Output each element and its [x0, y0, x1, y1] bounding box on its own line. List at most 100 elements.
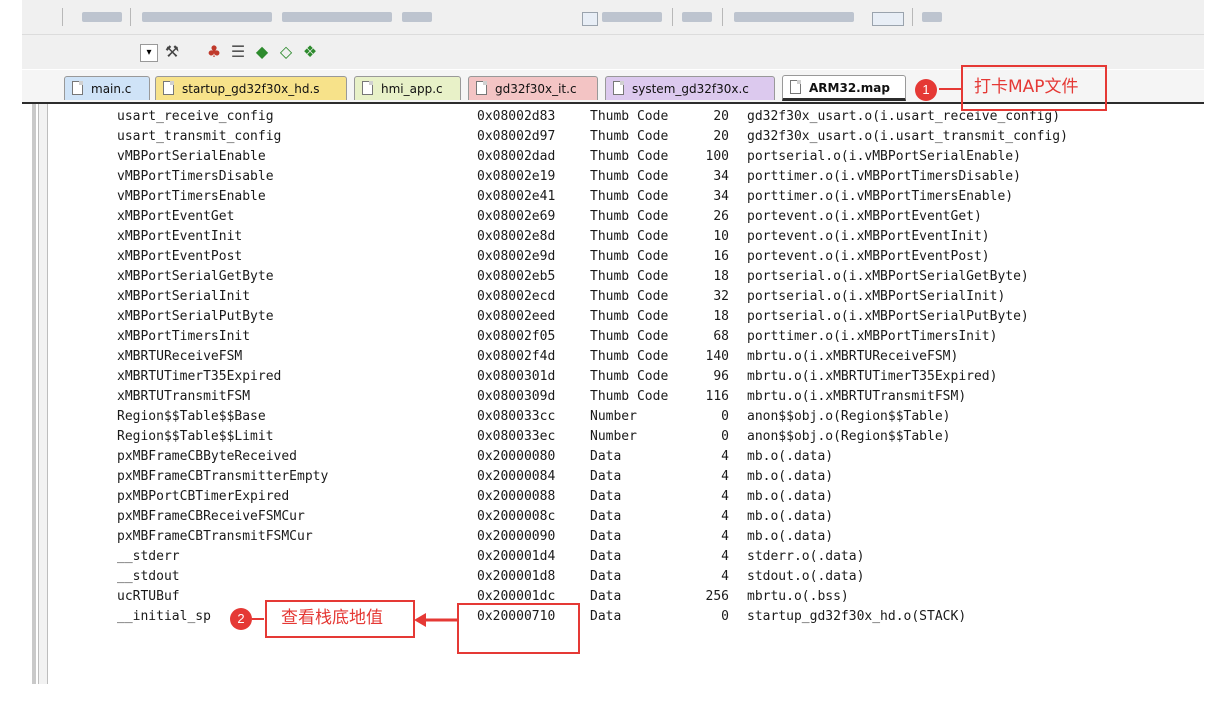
annotation-badge-2: 2 [230, 608, 252, 630]
toolbar-button-group[interactable] [282, 12, 392, 22]
tab-system-gd32f30x[interactable]: system_gd32f30x.c [605, 76, 775, 100]
symbol-size: 0 [721, 609, 729, 624]
symbol-row: xMBRTUReceiveFSM 0x08002f4d Thumb Code 140 m… [22, 347, 1204, 367]
toolbar-button-group[interactable] [402, 12, 432, 22]
symbol-row: Region$$Table$$Limit 0x080033ec Number 0 ano… [22, 427, 1204, 447]
symbol-row: usart_transmit_config 0x08002d97 Thumb Cod… [22, 127, 1204, 147]
symbol-name: usart_receive_config [117, 109, 274, 124]
symbol-size: 4 [721, 509, 729, 524]
symbol-type: Thumb Code [590, 169, 669, 184]
symbol-object: stdout.o(.data) [747, 569, 865, 584]
toolbar-dropdown[interactable] [582, 12, 598, 26]
symbol-type: Thumb Code [590, 109, 669, 124]
symbol-address: 0x0800301d [477, 369, 556, 384]
symbol-object: mbrtu.o(i.xMBRTUTimerT35Expired) [747, 369, 998, 384]
symbol-address: 0x08002d97 [477, 129, 556, 144]
stack-icon[interactable]: ☰ [228, 42, 248, 62]
annotation-connector [252, 618, 264, 620]
symbol-row: pxMBFrameCBByteReceived 0x20000080 Data 4 mb… [22, 447, 1204, 467]
symbol-row: pxMBFrameCBTransmitFSMCur 0x20000090 Data 4… [22, 527, 1204, 547]
symbol-type: Data [590, 509, 622, 524]
build-icon[interactable]: ♣ [204, 42, 224, 62]
symbol-object: mbrtu.o(i.xMBRTUTransmitFSM) [747, 389, 967, 404]
symbol-size: 20 [713, 109, 729, 124]
tab-hmi-app[interactable]: hmi_app.c [354, 76, 461, 100]
symbol-object: mbrtu.o(i.xMBRTUReceiveFSM) [747, 349, 959, 364]
symbol-type: Thumb Code [590, 389, 669, 404]
symbol-row: xMBPortSerialInit 0x08002ecd Thumb Code 32 p… [22, 287, 1204, 307]
diamond-outline-icon[interactable]: ◇ [276, 42, 296, 62]
symbol-type: Thumb Code [590, 349, 669, 364]
toolbar-toggle[interactable] [872, 12, 904, 26]
symbol-object: portevent.o(i.xMBPortEventPost) [747, 249, 990, 264]
symbol-size: 34 [713, 169, 729, 184]
symbol-address: 0x08002f05 [477, 329, 556, 344]
symbol-name: pxMBFrameCBByteReceived [117, 449, 298, 464]
symbol-name: Region$$Table$$Limit [117, 429, 274, 444]
symbol-object: porttimer.o(i.vMBPortTimersEnable) [747, 189, 1014, 204]
symbol-address: 0x08002ecd [477, 289, 556, 304]
symbol-object: portserial.o(i.xMBPortSerialGetByte) [747, 269, 1029, 284]
symbol-size: 4 [721, 469, 729, 484]
tab-label: ARM32.map [809, 81, 890, 95]
component-icon[interactable]: ❖ [300, 42, 320, 62]
toolbar-button-group[interactable] [734, 12, 854, 22]
symbol-size: 4 [721, 529, 729, 544]
symbol-object: mb.o(.data) [747, 449, 834, 464]
symbol-object: mb.o(.data) [747, 489, 834, 504]
tab-label: system_gd32f30x.c [632, 82, 749, 96]
symbol-name: xMBPortEventInit [117, 229, 243, 244]
symbol-name: ucRTUBuf [117, 589, 180, 604]
symbol-row: __initial_sp 0x20000710 Data 0 startup_gd32f… [22, 607, 1204, 627]
symbol-name: vMBPortTimersEnable [117, 189, 266, 204]
symbol-size: 20 [713, 129, 729, 144]
symbol-address: 0x08002e9d [477, 249, 556, 264]
symbol-address: 0x2000008c [477, 509, 556, 524]
symbol-type: Thumb Code [590, 209, 669, 224]
map-file-editor[interactable]: usart_receive_config 0x08002d83 Thumb Code… [22, 104, 1204, 684]
arrow-left-icon [414, 613, 458, 627]
diamond-green-icon[interactable]: ◆ [252, 42, 272, 62]
toolbar-button-group[interactable] [602, 12, 662, 22]
tab-startup-file[interactable]: startup_gd32f30x_hd.s [155, 76, 347, 100]
toolbar-button-group[interactable] [682, 12, 712, 22]
wizard-icon[interactable]: ⚒ [162, 42, 182, 62]
symbol-row: __stderr 0x200001d4 Data 4 stderr.o(.data) [22, 547, 1204, 567]
toolbar-separator [672, 8, 673, 26]
symbol-object: mb.o(.data) [747, 469, 834, 484]
symbol-address: 0x08002dad [477, 149, 556, 164]
symbol-name: xMBPortEventGet [117, 209, 235, 224]
symbol-type: Thumb Code [590, 309, 669, 324]
file-icon [613, 81, 624, 95]
symbol-object: portevent.o(i.xMBPortEventGet) [747, 209, 982, 224]
symbol-row: vMBPortSerialEnable 0x08002dad Thumb Code 1… [22, 147, 1204, 167]
symbol-name: xMBPortEventPost [117, 249, 243, 264]
symbol-row: xMBPortSerialPutByte 0x08002eed Thumb Code… [22, 307, 1204, 327]
symbol-type: Thumb Code [590, 369, 669, 384]
symbol-row: xMBPortEventPost 0x08002e9d Thumb Code 16 po… [22, 247, 1204, 267]
highlight-box-initial-sp-address [457, 603, 580, 654]
symbol-address: 0x08002f4d [477, 349, 556, 364]
symbol-type: Data [590, 489, 622, 504]
tab-arm32-map[interactable]: ARM32.map [782, 75, 906, 101]
symbol-type: Thumb Code [590, 229, 669, 244]
annotation-badge-1: 1 [915, 79, 937, 101]
tab-label: main.c [91, 82, 132, 96]
symbol-type: Thumb Code [590, 329, 669, 344]
symbol-size: 32 [713, 289, 729, 304]
symbol-name: vMBPortTimersDisable [117, 169, 274, 184]
tab-gd32f30x-it[interactable]: gd32f30x_it.c [468, 76, 598, 100]
dropdown-icon[interactable]: ▾ [140, 44, 158, 62]
tab-main-c[interactable]: main.c [64, 76, 150, 100]
symbol-row: xMBPortEventGet 0x08002e69 Thumb Code 26 por… [22, 207, 1204, 227]
symbol-object: mb.o(.data) [747, 509, 834, 524]
symbol-address: 0x20000084 [477, 469, 556, 484]
symbol-object: mbrtu.o(.bss) [747, 589, 849, 604]
toolbar-button-group[interactable] [142, 12, 272, 22]
toolbar-button-group[interactable] [922, 12, 942, 22]
symbol-address: 0x08002d83 [477, 109, 556, 124]
symbol-type: Number [590, 429, 637, 444]
symbol-type: Data [590, 529, 622, 544]
toolbar-button-group[interactable] [82, 12, 122, 22]
symbol-row: vMBPortTimersEnable 0x08002e41 Thumb Code 3… [22, 187, 1204, 207]
